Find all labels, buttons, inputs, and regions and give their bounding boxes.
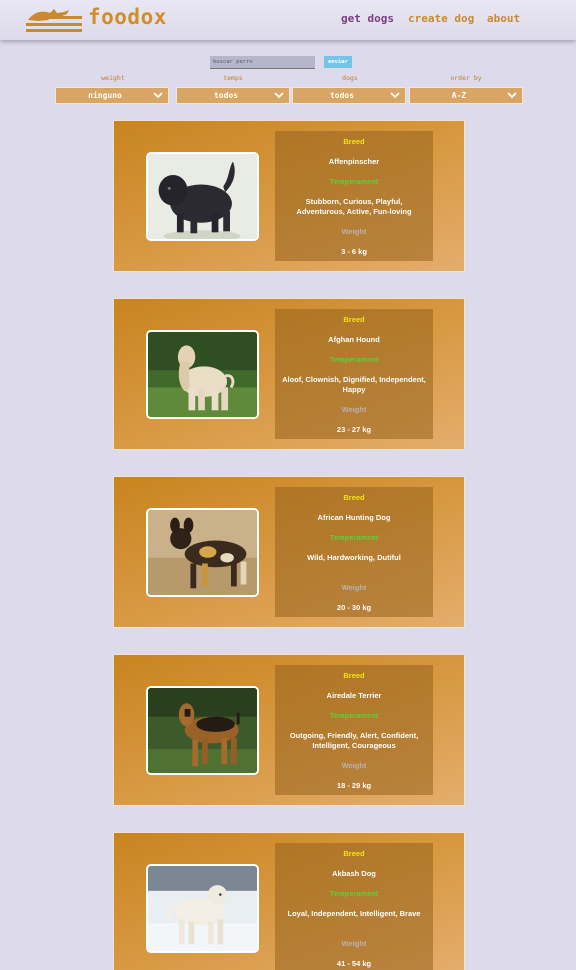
filter-value-dogs: todos (329, 91, 355, 100)
breed-value: Airedale Terrier (326, 691, 382, 700)
temperament-value: Outgoing, Friendly, Alert, Confident, In… (289, 731, 419, 750)
nav-get-dogs[interactable]: get dogs (341, 12, 394, 25)
temperament-label: Temperament (329, 355, 379, 364)
filter-label-order: order by (450, 74, 482, 82)
dog-card[interactable]: Breed African Hunting Dog Temperament Wi… (113, 476, 465, 628)
filter-label-dogs: dogs (342, 74, 358, 82)
weight-label: Weight (341, 227, 367, 236)
breed-value: Affenpinscher (328, 157, 380, 166)
weight-value: 23 - 27 kg (336, 425, 372, 434)
filter-select-order[interactable]: A-Z (409, 87, 523, 104)
dog-photo (146, 152, 259, 241)
filter-label-temps: temps (223, 74, 243, 82)
breed-label: Breed (343, 849, 365, 858)
chevron-down-icon (390, 92, 400, 99)
temperament-value: Aloof, Clownish, Dignified, Independent,… (282, 375, 426, 394)
filter-value-weight: ninguno (88, 91, 122, 100)
dog-info-panel: Breed Akbash Dog Temperament Loyal, Inde… (275, 843, 433, 970)
filter-select-dogs[interactable]: todos (292, 87, 406, 104)
weight-label: Weight (341, 761, 367, 770)
breed-value: Akbash Dog (332, 869, 376, 878)
weight-label: Weight (341, 939, 367, 948)
search-input[interactable] (210, 56, 315, 69)
weight-value: 18 - 29 kg (336, 781, 372, 790)
chevron-down-icon (507, 92, 517, 99)
dog-info-panel: Breed Afghan Hound Temperament Aloof, Cl… (275, 309, 433, 439)
temperament-value: Loyal, Independent, Intelligent, Brave (287, 909, 421, 918)
chevron-down-icon (153, 92, 163, 99)
breed-value: African Hunting Dog (317, 513, 391, 522)
temperament-label: Temperament (329, 889, 379, 898)
temperament-value: Stubborn, Curious, Playful, Adventurous,… (296, 197, 412, 216)
dog-card[interactable]: Breed Airedale Terrier Temperament Outgo… (113, 654, 465, 806)
weight-value: 3 - 6 kg (341, 247, 367, 256)
brand-name[interactable]: foodox (88, 5, 167, 29)
breed-label: Breed (343, 493, 365, 502)
dog-photo (146, 864, 259, 953)
search-submit-button[interactable]: enviar (324, 56, 352, 68)
dog-info-panel: Breed Airedale Terrier Temperament Outgo… (275, 665, 433, 795)
chevron-down-icon (274, 92, 284, 99)
filter-select-weight[interactable]: ninguno (55, 87, 169, 104)
dog-card[interactable]: Breed Akbash Dog Temperament Loyal, Inde… (113, 832, 465, 970)
temperament-label: Temperament (329, 711, 379, 720)
temperament-label: Temperament (329, 533, 379, 542)
weight-label: Weight (341, 583, 367, 592)
dog-photo (146, 686, 259, 775)
temperament-value: Wild, Hardworking, Dutiful (307, 553, 401, 562)
breed-label: Breed (343, 671, 365, 680)
dog-card[interactable]: Breed Affenpinscher Temperament Stubborn… (113, 120, 465, 272)
weight-value: 41 - 54 kg (336, 959, 372, 968)
dog-info-panel: Breed Affenpinscher Temperament Stubborn… (275, 131, 433, 261)
breed-label: Breed (343, 315, 365, 324)
running-dog-logo-icon[interactable] (24, 4, 86, 36)
weight-value: 20 - 30 kg (336, 603, 372, 612)
dog-photo (146, 330, 259, 419)
nav-create-dog[interactable]: create dog (408, 12, 474, 25)
dog-info-panel: Breed African Hunting Dog Temperament Wi… (275, 487, 433, 617)
dog-photo (146, 508, 259, 597)
weight-label: Weight (341, 405, 367, 414)
filter-select-temps[interactable]: todos (176, 87, 290, 104)
breed-label: Breed (343, 137, 365, 146)
breed-value: Afghan Hound (328, 335, 380, 344)
temperament-label: Temperament (329, 177, 379, 186)
navbar: foodox get dogs create dog about (0, 0, 576, 40)
filter-value-temps: todos (213, 91, 239, 100)
filter-value-order: A-Z (451, 91, 467, 100)
nav-about[interactable]: about (487, 12, 520, 25)
dog-card[interactable]: Breed Afghan Hound Temperament Aloof, Cl… (113, 298, 465, 450)
filter-label-weight: weight (101, 74, 125, 82)
